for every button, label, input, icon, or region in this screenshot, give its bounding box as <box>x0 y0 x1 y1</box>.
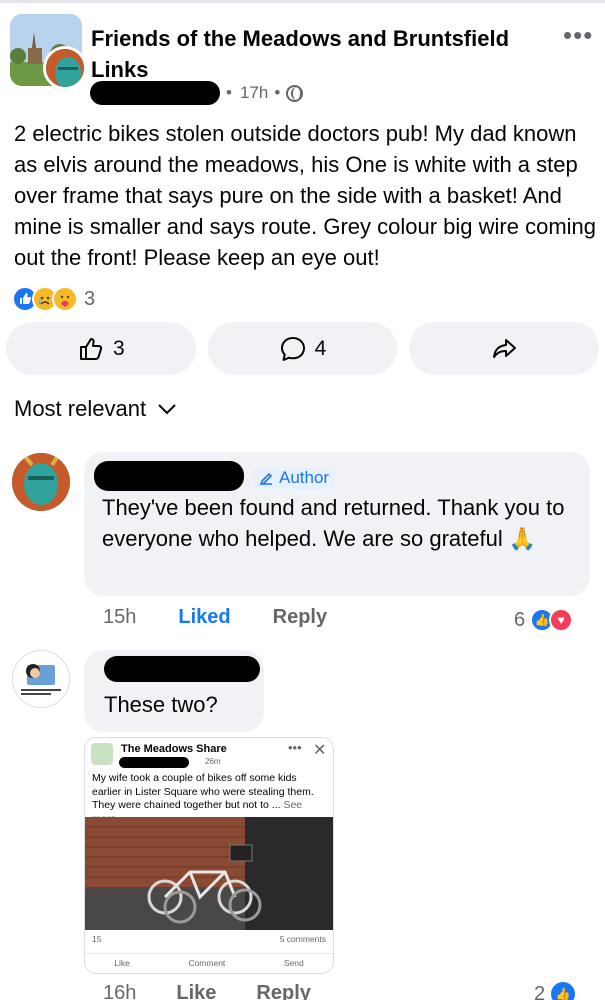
care-reaction-icon <box>52 286 78 312</box>
redacted-commenter-name <box>94 461 244 491</box>
like-count: 3 <box>112 336 125 360</box>
close-icon: ✕ <box>313 742 327 759</box>
love-reaction-icon: ♥ <box>549 608 574 632</box>
author-badge: Author <box>253 467 336 489</box>
comment-button[interactable]: 4 <box>207 322 398 375</box>
pencil-icon <box>259 472 273 485</box>
post-time[interactable]: 17h <box>240 83 268 103</box>
comment-like-button[interactable]: Like <box>176 982 216 1000</box>
bikes-photo <box>85 817 333 930</box>
comment-time[interactable]: 15h <box>103 606 136 629</box>
shared-post-stats: 15 5 comments <box>92 934 326 944</box>
commenter-avatar[interactable] <box>12 650 70 708</box>
dot-separator: • <box>274 83 281 102</box>
more-options-icon[interactable]: ••• <box>563 20 593 51</box>
comment-meta: 16h Like Reply <box>103 982 311 1000</box>
comment-bubble: These two? <box>84 650 264 732</box>
comment-meta: 15h Liked Reply <box>103 606 327 629</box>
comment-sort-dropdown[interactable]: Most relevant <box>14 396 176 422</box>
reaction-count: 3 <box>84 287 96 310</box>
shared-send-label: Send <box>283 958 304 968</box>
post-header: Friends of the Meadows and Bruntsfield L… <box>0 8 605 108</box>
comment-time[interactable]: 16h <box>103 982 136 1000</box>
shared-post-actions: Like Comment Send <box>85 953 333 968</box>
comment-reply-button[interactable]: Reply <box>256 982 310 1000</box>
share-icon <box>493 338 517 358</box>
shared-page-avatar <box>91 743 113 765</box>
post-meta: • 17h • <box>90 80 304 106</box>
shared-comment-count: 5 comments <box>279 934 326 944</box>
comment-reaction-count: 6 <box>514 608 526 631</box>
comment-reply-button[interactable]: Reply <box>273 606 327 629</box>
commenter-avatar[interactable] <box>12 453 70 511</box>
comment-count: 4 <box>314 336 327 360</box>
reactions-summary[interactable]: 3 <box>12 286 95 312</box>
author-badge-label: Author <box>279 468 330 487</box>
redacted-author-name <box>90 81 220 105</box>
globe-icon <box>286 84 304 102</box>
like-reaction-icon: 👍 <box>551 982 576 1000</box>
comment-reaction-count: 2 <box>534 982 546 1000</box>
sort-label: Most relevant <box>14 396 147 421</box>
shared-comment-label: Comment <box>188 958 226 968</box>
redacted-shared-author <box>119 757 189 768</box>
shared-post-image[interactable]: The Meadows Share 26m ••• ✕ My wife took… <box>84 737 334 974</box>
comment-reactions[interactable]: 6 👍 ♥ <box>514 608 574 632</box>
comment-text: These two? <box>104 692 218 717</box>
shared-like-label: Like <box>114 958 130 968</box>
comment-bubble: Author They've been found and returned. … <box>84 452 590 596</box>
shared-post-body: My wife took a couple of bikes off some … <box>92 772 314 811</box>
like-button[interactable]: 3 <box>6 322 196 375</box>
comment-text: They've been found and returned. Thank y… <box>102 495 565 551</box>
group-name[interactable]: Friends of the Meadows and Bruntsfield L… <box>91 23 531 85</box>
shared-reaction-count: 15 <box>92 934 102 944</box>
comment-like-button[interactable]: Liked <box>178 606 230 629</box>
comment-reactions[interactable]: 2 👍 <box>534 982 576 1000</box>
shared-post-header: The Meadows Share 26m ••• ✕ <box>85 738 333 768</box>
redacted-commenter-name <box>104 656 260 682</box>
post-actions: 3 4 <box>6 322 600 375</box>
dot-separator: • <box>226 83 232 102</box>
shared-post-time: 26m <box>205 757 221 766</box>
share-button[interactable] <box>409 322 600 375</box>
top-divider <box>0 0 605 3</box>
chevron-down-icon <box>158 404 176 415</box>
comment-icon <box>280 336 305 361</box>
more-options-icon: ••• <box>288 740 302 755</box>
shared-page-name: The Meadows Share <box>121 743 227 755</box>
post-body: 2 electric bikes stolen outside doctors … <box>14 121 597 270</box>
thumbs-up-icon <box>79 337 103 360</box>
author-avatar[interactable] <box>43 46 87 90</box>
